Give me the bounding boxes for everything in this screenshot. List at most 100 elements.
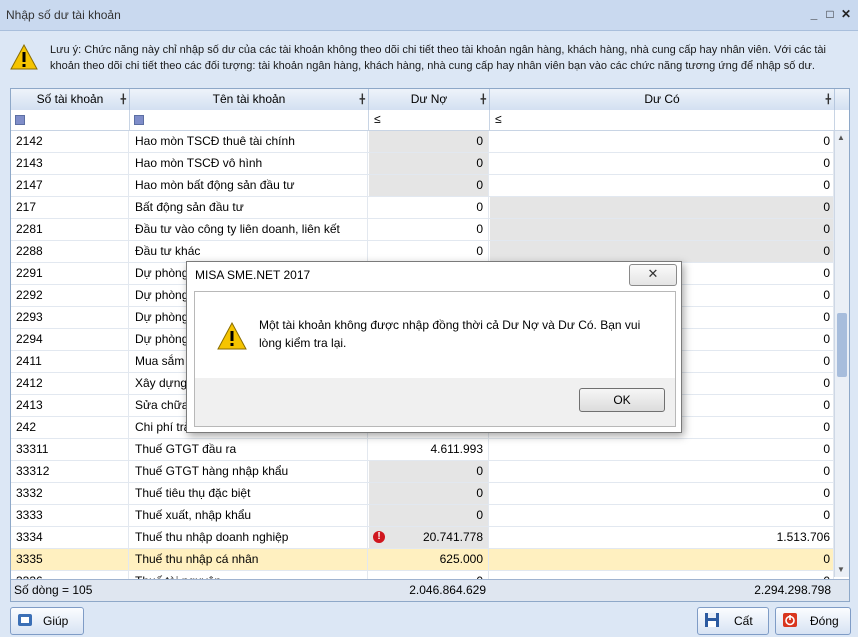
account-code-cell[interactable]: 3333 [11,505,129,526]
table-row[interactable]: 33312 Thuế GTGT hàng nhập khẩu 0 0 [11,461,834,483]
account-code-cell[interactable]: 2293 [11,307,129,328]
account-name-cell[interactable]: Thuế GTGT đầu ra [130,439,368,460]
dialog-close-button[interactable]: ✕ [629,264,677,286]
table-row[interactable]: 3335 Thuế thu nhập cá nhân 625.000 0 [11,549,834,571]
debit-cell[interactable]: 625.000 [369,549,489,570]
account-code-cell[interactable]: 2142 [11,131,129,152]
help-button[interactable]: Giúp [10,607,84,635]
table-row[interactable]: 3333 Thuế xuất, nhập khẩu 0 0 [11,505,834,527]
debit-cell[interactable]: 20.741.778 [369,527,489,548]
pin-icon[interactable]: ╋ [360,89,365,110]
account-code-cell[interactable]: 33311 [11,439,129,460]
account-name-cell[interactable]: Hao mòn bất động sản đầu tư [130,175,368,196]
account-code-cell[interactable]: 2411 [11,351,129,372]
account-code-cell[interactable]: 2143 [11,153,129,174]
account-code-cell[interactable]: 2294 [11,329,129,350]
credit-cell[interactable]: 0 [490,549,834,570]
credit-cell[interactable]: 0 [490,131,834,152]
account-name-cell[interactable]: Thuế tiêu thụ đặc biệt [130,483,368,504]
table-row[interactable]: 2142 Hao mòn TSCĐ thuê tài chính 0 0 [11,131,834,153]
account-name-cell[interactable]: Thuế xuất, nhập khẩu [130,505,368,526]
credit-cell[interactable]: 0 [490,461,834,482]
vertical-scrollbar[interactable]: ▲ ▼ [834,131,849,577]
table-row[interactable]: 2288 Đầu tư khác 0 0 [11,241,834,263]
account-code-cell[interactable]: 33312 [11,461,129,482]
warning-icon [217,322,247,350]
table-row[interactable]: 2281 Đầu tư vào công ty liên doanh, liên … [11,219,834,241]
filter-debit[interactable]: ≤ [369,110,490,130]
account-code-cell[interactable]: 2412 [11,373,129,394]
account-name-cell[interactable]: Đầu tư vào công ty liên doanh, liên kết [130,219,368,240]
account-code-cell[interactable]: 217 [11,197,129,218]
pin-icon[interactable]: ╋ [481,89,486,110]
column-header-name[interactable]: Tên tài khoản ╋ [130,89,369,110]
filter-credit[interactable]: ≤ [490,110,835,130]
account-name-cell[interactable]: Bất động sản đầu tư [130,197,368,218]
filter-checkbox-icon[interactable] [15,115,25,125]
account-name-cell[interactable]: Hao mòn TSCĐ vô hình [130,153,368,174]
table-row[interactable]: 3332 Thuế tiêu thụ đặc biệt 0 0 [11,483,834,505]
credit-cell[interactable]: 0 [490,197,834,218]
column-header-code[interactable]: Số tài khoản ╋ [11,89,130,110]
scroll-up-icon[interactable]: ▲ [837,133,845,142]
filter-checkbox-icon[interactable] [134,115,144,125]
save-button[interactable]: Cất [697,607,769,635]
dialog-body: Một tài khoản không được nhập đồng thời … [194,291,676,427]
account-name-cell[interactable]: Đầu tư khác [130,241,368,262]
account-name-cell[interactable]: Hao mòn TSCĐ thuê tài chính [130,131,368,152]
credit-cell[interactable]: 0 [490,219,834,240]
table-row[interactable]: 2147 Hao mòn bất động sản đầu tư 0 0 [11,175,834,197]
debit-cell[interactable]: 4.611.993 [369,439,489,460]
credit-cell[interactable]: 0 [490,153,834,174]
debit-cell[interactable]: 0 [369,219,489,240]
account-code-cell[interactable]: 3332 [11,483,129,504]
account-code-cell[interactable]: 2281 [11,219,129,240]
credit-cell[interactable]: 0 [490,483,834,504]
debit-cell[interactable]: 0 [369,131,489,152]
account-code-cell[interactable]: 2147 [11,175,129,196]
row-count: Số dòng = 105 [14,583,93,597]
maximize-icon[interactable]: □ [822,6,838,22]
credit-cell[interactable]: 0 [490,241,834,262]
credit-cell[interactable]: 0 [490,439,834,460]
credit-cell[interactable]: 1.513.706 [490,527,834,548]
account-code-cell[interactable]: 2292 [11,285,129,306]
debit-cell[interactable]: 0 [369,241,489,262]
scroll-down-icon[interactable]: ▼ [837,565,845,574]
account-balance-window: Nhập số dư tài khoản _ □ ✕ Lưu ý: Chức n… [0,0,858,637]
account-code-cell[interactable]: 242 [11,417,129,438]
account-code-cell[interactable]: 2291 [11,263,129,284]
account-code-cell[interactable]: 3334 [11,527,129,548]
ok-button[interactable]: OK [579,388,665,412]
account-name-cell[interactable]: Thuế GTGT hàng nhập khẩu [130,461,368,482]
table-row[interactable]: 2143 Hao mòn TSCĐ vô hình 0 0 [11,153,834,175]
debit-cell[interactable]: 0 [369,505,489,526]
table-row[interactable]: 33311 Thuế GTGT đầu ra 4.611.993 0 [11,439,834,461]
minimize-icon[interactable]: _ [806,6,822,22]
close-button[interactable]: Đóng [775,607,851,635]
credit-cell[interactable]: 0 [490,505,834,526]
debit-cell[interactable]: 0 [369,175,489,196]
scroll-thumb[interactable] [837,313,847,377]
account-code-cell[interactable]: 2413 [11,395,129,416]
column-header-debit[interactable]: Dư Nợ ╋ [369,89,490,110]
pin-icon[interactable]: ╋ [826,89,831,110]
filter-code[interactable] [11,110,130,130]
pin-icon[interactable]: ╋ [121,89,126,110]
account-code-cell[interactable]: 2288 [11,241,129,262]
account-code-cell[interactable]: 3335 [11,549,129,570]
table-row[interactable]: 217 Bất động sản đầu tư 0 0 [11,197,834,219]
credit-cell[interactable]: 0 [490,175,834,196]
filter-name[interactable] [130,110,369,130]
account-name-cell[interactable]: Thuế thu nhập cá nhân [130,549,368,570]
close-icon[interactable]: ✕ [838,6,854,22]
debit-cell[interactable]: 0 [369,483,489,504]
close-icon: ✕ [647,266,659,281]
account-name-cell[interactable]: Thuế thu nhập doanh nghiệp [130,527,368,548]
filter-row: ≤ ≤ [11,110,849,131]
table-row[interactable]: 3334 Thuế thu nhập doanh nghiệp 20.741.778… [11,527,834,549]
column-header-credit[interactable]: Dư Có ╋ [490,89,835,110]
debit-cell[interactable]: 0 [369,153,489,174]
debit-cell[interactable]: 0 [369,461,489,482]
debit-cell[interactable]: 0 [369,197,489,218]
